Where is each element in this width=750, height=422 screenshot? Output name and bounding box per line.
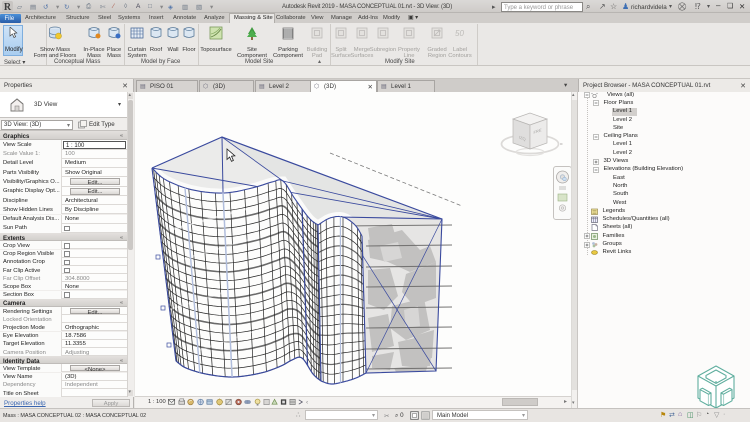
svg-text:R: R — [4, 2, 12, 12]
svg-text:50: 50 — [455, 29, 464, 38]
